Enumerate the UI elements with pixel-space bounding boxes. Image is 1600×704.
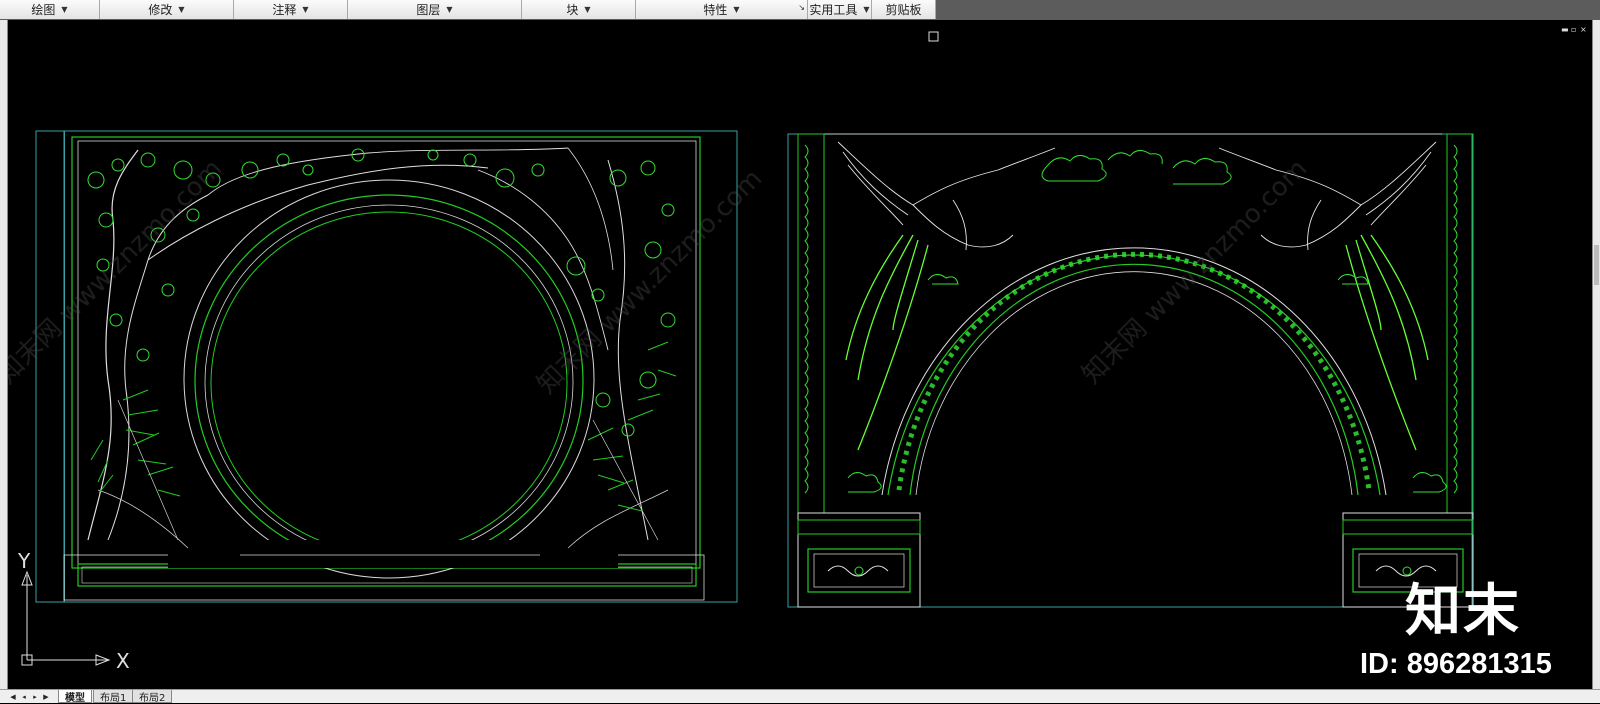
moon-gate-drawing	[35, 130, 738, 603]
panel-clipboard[interactable]: 剪贴板	[872, 0, 936, 19]
chevron-down-icon: ▼	[178, 5, 185, 14]
panel-modify[interactable]: 修改 ▼	[100, 0, 234, 19]
prev-tab-icon[interactable]: ◂	[19, 691, 29, 702]
right-outer-frame	[787, 133, 1473, 608]
dialog-launcher-icon[interactable]: ↘	[798, 3, 805, 12]
left-outer-frame	[35, 130, 738, 603]
viewport-left-border	[0, 20, 8, 689]
chevron-down-icon: ▼	[584, 5, 591, 14]
panel-draw[interactable]: 绘图 ▼	[0, 0, 100, 19]
chevron-down-icon: ▼	[302, 5, 309, 14]
chevron-down-icon: ▼	[446, 5, 453, 14]
layout-tab-strip: ◀ ◂ ▸ ▶ 模型 布局1 布局2	[0, 689, 1600, 704]
site-watermark: 知末网 www.znzmo.com	[532, 164, 768, 400]
tab-model[interactable]: 模型	[58, 690, 92, 704]
restore-icon[interactable]: ▫	[1571, 25, 1576, 34]
chevron-down-icon: ▼	[61, 5, 68, 14]
panel-utilities[interactable]: 实用工具 ▼	[808, 0, 872, 19]
panel-block-label: 块	[566, 3, 579, 17]
brand-logo-watermark: 知末	[1405, 579, 1521, 644]
first-tab-icon[interactable]: ◀	[8, 691, 18, 702]
chevron-down-icon: ▼	[863, 5, 870, 14]
panel-modify-label: 修改	[148, 3, 173, 17]
model-space-canvas[interactable]: Y X 知末网 www.znzmo.com 知末网 www.znzmo.com …	[8, 20, 1592, 689]
ucs-x-label: X	[116, 649, 130, 673]
panel-properties[interactable]: 特性 ▼ ↘	[636, 0, 808, 19]
panel-annotate-label: 注释	[272, 3, 297, 17]
panel-annotate[interactable]: 注释 ▼	[234, 0, 348, 19]
site-watermark: 知末网 www.znzmo.com	[8, 154, 228, 390]
pickbox-icon	[928, 31, 939, 42]
chevron-down-icon: ▼	[733, 5, 740, 14]
panel-utilities-label: 实用工具	[809, 3, 858, 17]
ribbon-panel-bar: 绘图 ▼ 修改 ▼ 注释 ▼ 图层 ▼ 块 ▼ 特性 ▼ ↘ 实用工具 ▼ 剪贴…	[0, 0, 1600, 20]
phoenix-arch-drawing	[787, 133, 1474, 608]
last-tab-icon[interactable]: ▶	[41, 691, 51, 702]
arch-ring-outer	[881, 247, 1387, 496]
close-icon[interactable]: ×	[1580, 25, 1587, 34]
panel-draw-label: 绘图	[31, 3, 56, 17]
panel-block[interactable]: 块 ▼	[522, 0, 636, 19]
panel-layers-label: 图层	[416, 3, 441, 17]
vertical-scrollbar[interactable]	[1592, 20, 1600, 689]
left-pedestal	[797, 512, 921, 608]
panel-properties-label: 特性	[703, 3, 728, 17]
scrollbar-thumb[interactable]	[1594, 245, 1599, 285]
panel-layers[interactable]: 图层 ▼	[348, 0, 522, 19]
tab-layout1[interactable]: 布局1	[93, 690, 134, 704]
site-watermark: 知末网 www.znzmo.com	[1077, 154, 1313, 390]
tab-layout2[interactable]: 布局2	[132, 690, 173, 704]
panel-clipboard-label: 剪贴板	[885, 3, 922, 17]
ucs-y-label: Y	[17, 549, 31, 573]
image-id-watermark: ID: 896281315	[1360, 648, 1552, 680]
cad-drawing: Y X 知末网 www.znzmo.com 知末网 www.znzmo.com …	[8, 31, 1474, 673]
next-tab-icon[interactable]: ▸	[30, 691, 40, 702]
minimize-icon[interactable]: ▬	[1561, 25, 1569, 34]
